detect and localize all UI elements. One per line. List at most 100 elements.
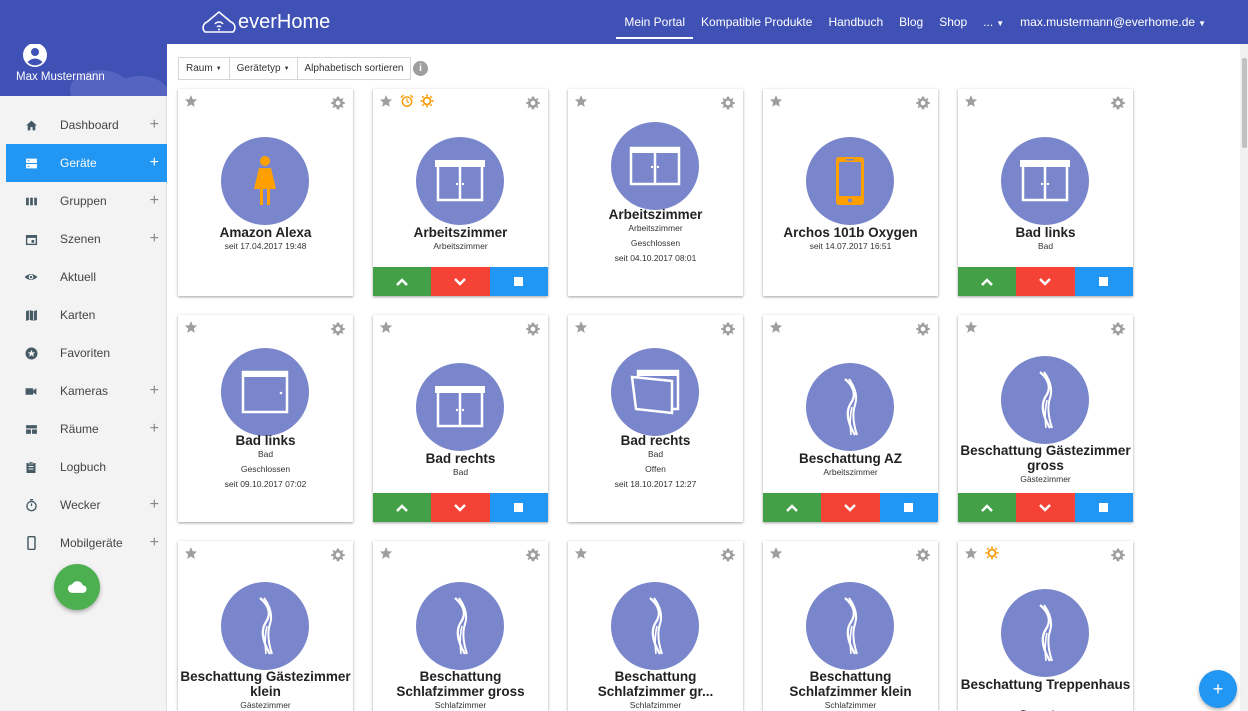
shutter-down-button[interactable] [1016,267,1075,296]
shutter-up-button[interactable] [373,267,432,296]
add-mobile-icon[interactable]: + [150,534,159,552]
device-icon-circle[interactable] [806,363,894,451]
sidebar-item-favoriten[interactable]: Favoriten [6,334,167,372]
shutter-down-button[interactable] [1016,493,1075,522]
shutter-up-button[interactable] [373,493,432,522]
sort-alpha-button[interactable]: Alphabetisch sortieren [296,57,412,80]
device-icon-circle[interactable] [416,363,504,451]
shutter-stop-button[interactable] [489,267,548,296]
sidebar-item-logbuch[interactable]: Logbuch [6,448,167,486]
settings-gear-icon[interactable] [526,548,540,562]
sidebar-item-raeume[interactable]: Räume + [6,410,167,448]
add-fab-button[interactable]: + [1199,670,1237,708]
settings-gear-icon[interactable] [526,96,540,110]
favorite-star-icon[interactable] [184,320,198,334]
device-icon-circle[interactable] [611,122,699,210]
favorite-star-icon[interactable] [769,320,783,334]
device-icon-circle[interactable] [806,582,894,670]
nav-blog[interactable]: Blog [891,0,931,44]
device-card[interactable]: Beschattung Schlafzimmer gr... Schlafzimm… [568,541,743,711]
device-card[interactable]: Bad rechts Bad Offen seit 18.10.2017 12:27 [568,315,743,522]
shutter-down-button[interactable] [431,493,490,522]
settings-gear-icon[interactable] [331,96,345,110]
user-name[interactable]: Max Mustermann [16,71,105,83]
settings-gear-icon[interactable] [1111,322,1125,336]
favorite-star-icon[interactable] [184,546,198,560]
settings-gear-icon[interactable] [1111,96,1125,110]
device-icon-circle[interactable] [1001,137,1089,225]
shutter-down-button[interactable] [431,267,490,296]
shutter-stop-button[interactable] [879,493,938,522]
device-card[interactable]: Beschattung Schlafzimmer gross Schlafzimm… [373,541,548,711]
device-icon-circle[interactable] [416,137,504,225]
nav-shop[interactable]: Shop [931,0,975,44]
sidebar-item-aktuell[interactable]: Aktuell [6,258,167,296]
favorite-star-icon[interactable] [769,546,783,560]
shutter-up-button[interactable] [958,493,1017,522]
device-card[interactable]: Beschattung Gästezimmer gross Gästezimmer [958,315,1133,522]
favorite-star-icon[interactable] [964,94,978,108]
settings-gear-icon[interactable] [916,322,930,336]
add-device-icon[interactable]: + [150,154,159,172]
settings-gear-icon[interactable] [721,96,735,110]
settings-gear-icon[interactable] [916,548,930,562]
brand-logo[interactable]: everHome [202,8,330,36]
add-camera-icon[interactable]: + [150,382,159,400]
nav-more-dropdown[interactable]: ... ▼ [975,0,1012,44]
device-icon-circle[interactable] [221,137,309,225]
device-icon-circle[interactable] [611,582,699,670]
type-filter-button[interactable]: Gerätetyp ▼ [228,57,298,80]
device-icon-circle[interactable] [221,582,309,670]
sidebar-item-wecker[interactable]: Wecker + [6,486,167,524]
device-card[interactable]: Amazon Alexa seit 17.04.2017 19:48 [178,89,353,296]
device-card[interactable]: Bad links Bad [958,89,1133,296]
add-group-icon[interactable]: + [150,192,159,210]
nav-kompatible-produkte[interactable]: Kompatible Produkte [693,0,820,44]
device-card[interactable]: Bad rechts Bad [373,315,548,522]
add-scene-icon[interactable]: + [150,230,159,248]
favorite-star-icon[interactable] [574,94,588,108]
device-card[interactable]: Beschattung AZ Arbeitszimmer [763,315,938,522]
info-icon[interactable]: i [413,61,428,76]
favorite-star-icon[interactable] [574,320,588,334]
device-card[interactable]: Beschattung Schlafzimmer klein Schlafzimm… [763,541,938,711]
settings-gear-icon[interactable] [721,322,735,336]
account-dropdown[interactable]: max.mustermann@everhome.de ▼ [1012,0,1214,44]
add-dashboard-icon[interactable]: + [150,116,159,134]
favorite-star-icon[interactable] [574,546,588,560]
device-card[interactable]: Beschattung TreppenhausTreppenhaus [958,541,1133,711]
settings-gear-icon[interactable] [331,322,345,336]
settings-gear-icon[interactable] [526,322,540,336]
sidebar-item-dashboard[interactable]: Dashboard + [6,106,167,144]
settings-gear-icon[interactable] [1111,548,1125,562]
cloud-button[interactable] [54,564,100,610]
device-card[interactable]: Beschattung Gästezimmer klein Gästezimmer [178,541,353,711]
room-filter-button[interactable]: Raum ▼ [178,57,230,80]
shutter-up-button[interactable] [958,267,1017,296]
nav-mein-portal[interactable]: Mein Portal [616,0,693,44]
device-card[interactable]: Bad links Bad Geschlossen seit 09.10.2017 0… [178,315,353,522]
favorite-star-icon[interactable] [379,94,393,108]
shutter-down-button[interactable] [821,493,880,522]
add-alarm-icon[interactable]: + [150,496,159,514]
sidebar-item-szenen[interactable]: Szenen + [6,220,167,258]
device-card[interactable]: Archos 101b Oxygen seit 14.07.2017 16:51 [763,89,938,296]
device-icon-circle[interactable] [611,348,699,436]
shutter-stop-button[interactable] [489,493,548,522]
favorite-star-icon[interactable] [769,94,783,108]
settings-gear-icon[interactable] [916,96,930,110]
sidebar-item-karten[interactable]: Karten [6,296,167,334]
favorite-star-icon[interactable] [964,546,978,560]
sidebar-item-mobilgeraete[interactable]: Mobilgeräte + [6,524,167,562]
device-icon-circle[interactable] [416,582,504,670]
add-room-icon[interactable]: + [150,420,159,438]
avatar-icon[interactable] [23,43,47,67]
favorite-star-icon[interactable] [379,546,393,560]
device-card[interactable]: Arbeitszimmer Arbeitszimmer [373,89,548,296]
sidebar-item-geraete[interactable]: Geräte + [6,144,167,182]
scrollbar-thumb[interactable] [1242,58,1247,148]
settings-gear-icon[interactable] [331,548,345,562]
favorite-star-icon[interactable] [964,320,978,334]
sidebar-item-kameras[interactable]: Kameras + [6,372,167,410]
device-icon-circle[interactable] [806,137,894,225]
